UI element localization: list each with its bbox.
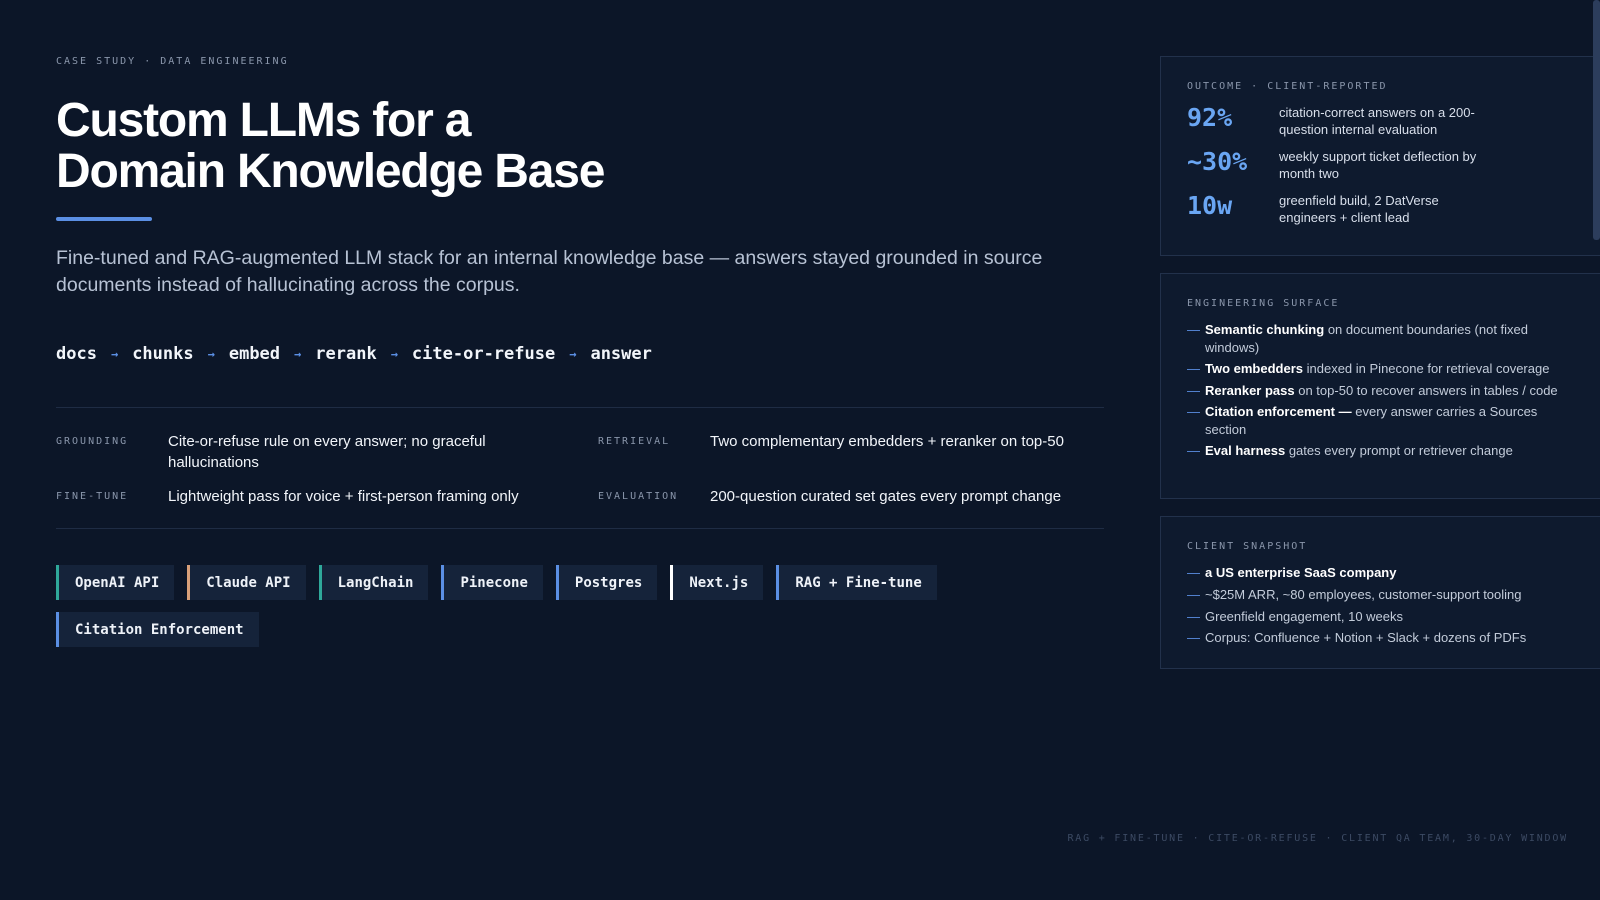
fact-value: Lightweight pass for voice + first-perso…: [168, 488, 519, 505]
dash-icon: —: [1187, 630, 1200, 646]
fact-key: RETRIEVAL: [598, 436, 671, 447]
fact-value: Two complementary embedders + reranker o…: [710, 433, 1064, 450]
tag-postgres: Postgres: [555, 565, 658, 600]
title-underline: [56, 217, 152, 221]
eyebrow: CASE STUDY · DATA ENGINEERING: [56, 56, 289, 67]
arrow-right-icon: →: [569, 347, 577, 361]
arrow-right-icon: →: [110, 347, 119, 361]
client-list: — a US enterprise SaaS company — ~$25M A…: [1187, 564, 1577, 651]
stat-number: 10w: [1187, 191, 1233, 220]
tag-citation-enforcement: Citation Enforcement: [56, 612, 259, 647]
item-text: Greenfield engagement, 10 weeks: [1205, 608, 1404, 624]
stat-row: ~30% weekly support ticket deflection by…: [1187, 149, 1489, 182]
pipeline-step: cite-or-refuse: [411, 344, 556, 364]
list-item: — Citation enforcement — every answer ca…: [1187, 403, 1577, 438]
tag-pinecone: Pinecone: [441, 565, 543, 600]
tag-openai-api: OpenAI API: [56, 565, 175, 600]
card-label: OUTCOME · CLIENT-REPORTED: [1187, 81, 1388, 92]
pipeline-step: embed: [228, 344, 281, 364]
fact-evaluation: EVALUATION 200-question curated set gate…: [598, 486, 1108, 507]
arrow-right-icon: →: [207, 347, 215, 361]
item-text: gates every prompt or retriever change: [1285, 443, 1513, 458]
fact-key: EVALUATION: [598, 491, 679, 502]
dash-icon: —: [1187, 361, 1200, 376]
card-label: CLIENT SNAPSHOT: [1187, 541, 1308, 552]
list-item: — Semantic chunking on document boundari…: [1187, 321, 1577, 356]
arrow-right-icon: →: [294, 347, 302, 361]
item-text: indexed in Pinecone for retrieval covera…: [1303, 361, 1550, 376]
item-strong: Citation enforcement —: [1205, 404, 1352, 419]
card-label: ENGINEERING SURFACE: [1187, 298, 1340, 309]
pipeline-step: answer: [590, 344, 652, 364]
list-item: — Two embedders indexed in Pinecone for …: [1187, 360, 1577, 378]
footer-caption: RAG + FINE-TUNE · CITE-OR-REFUSE · CLIEN…: [1067, 833, 1568, 844]
pipeline-step: chunks: [132, 344, 194, 364]
case-study-page: CASE STUDY · DATA ENGINEERING Custom LLM…: [0, 0, 1600, 900]
list-item: — Corpus: Confluence + Notion + Slack + …: [1187, 629, 1577, 647]
tech-tags: OpenAI API Claude API LangChain Pinecone…: [56, 565, 956, 647]
dash-icon: —: [1187, 382, 1200, 398]
stat-row: 10w greenfield build, 2 DatVerse enginee…: [1187, 193, 1489, 226]
dash-icon: —: [1187, 404, 1200, 419]
stat-description: greenfield build, 2 DatVerse engineers +…: [1279, 193, 1439, 225]
list-item: — Eval harness gates every prompt or ret…: [1187, 442, 1577, 460]
fact-fine-tune: FINE-TUNE Lightweight pass for voice + f…: [56, 486, 596, 507]
title-line-1: Custom LLMs for a: [56, 94, 471, 147]
tag-rag-fine-tune: RAG + Fine-tune: [776, 565, 937, 600]
fact-key: FINE-TUNE: [56, 491, 129, 502]
title-line-2: Domain Knowledge Base: [56, 145, 605, 198]
dash-icon: —: [1187, 608, 1200, 624]
stat-number: ~30%: [1187, 147, 1248, 176]
stat-description: weekly support ticket deflection by mont…: [1279, 149, 1477, 181]
item-strong: Semantic chunking: [1205, 322, 1325, 337]
outcome-card: OUTCOME · CLIENT-REPORTED 92% citation-c…: [1160, 56, 1600, 256]
item-strong: Eval harness: [1205, 443, 1286, 458]
pipeline-step: docs: [56, 344, 97, 364]
pipeline-step: rerank: [315, 344, 377, 364]
fact-value: 200-question curated set gates every pro…: [710, 488, 1062, 505]
dash-icon: —: [1187, 322, 1200, 337]
facts-grid: GROUNDING Cite-or-refuse rule on every a…: [56, 407, 1104, 529]
arrow-right-icon: →: [390, 347, 398, 361]
fact-key: GROUNDING: [56, 436, 129, 447]
stat-number: 92%: [1187, 103, 1233, 132]
stat-row: 92% citation-correct answers on a 200-qu…: [1187, 105, 1489, 138]
pipeline: docs → chunks → embed → rerank → cite-or…: [56, 344, 652, 364]
dash-icon: —: [1187, 443, 1200, 458]
item-text: a US enterprise SaaS company: [1205, 565, 1397, 580]
tag-langchain: LangChain: [318, 565, 429, 600]
fact-grounding: GROUNDING Cite-or-refuse rule on every a…: [56, 431, 536, 473]
list-item: — Reranker pass on top-50 to recover ans…: [1187, 382, 1577, 400]
item-text: Corpus: Confluence + Notion + Slack + do…: [1205, 630, 1527, 646]
list-item: — Greenfield engagement, 10 weeks: [1187, 608, 1577, 626]
dash-icon: —: [1187, 586, 1200, 602]
list-item: — a US enterprise SaaS company: [1187, 564, 1577, 582]
client-snapshot-card: CLIENT SNAPSHOT — a US enterprise SaaS c…: [1160, 516, 1600, 669]
engineering-list: — Semantic chunking on document boundari…: [1187, 321, 1577, 464]
engineering-surface-card: ENGINEERING SURFACE — Semantic chunking …: [1160, 273, 1600, 499]
item-text: on top-50 to recover answers in tables /…: [1294, 382, 1558, 398]
tag-nextjs: Next.js: [670, 565, 764, 600]
dash-icon: —: [1187, 565, 1200, 580]
fact-value: Cite-or-refuse rule on every answer; no …: [168, 433, 486, 471]
fact-retrieval: RETRIEVAL Two complementary embedders + …: [598, 431, 1108, 452]
scrollbar-thumb[interactable]: [1593, 0, 1600, 240]
stat-description: citation-correct answers on a 200-questi…: [1279, 105, 1475, 137]
page-title: Custom LLMs for a Domain Knowledge Base: [56, 95, 756, 197]
item-strong: Reranker pass: [1205, 382, 1295, 398]
list-item: — ~$25M ARR, ~80 employees, customer-sup…: [1187, 586, 1577, 604]
tag-claude-api: Claude API: [187, 565, 306, 600]
lede-paragraph: Fine-tuned and RAG-augmented LLM stack f…: [56, 247, 1043, 296]
item-strong: Two embedders: [1205, 361, 1304, 376]
item-text: ~$25M ARR, ~80 employees, customer-suppo…: [1205, 586, 1522, 602]
